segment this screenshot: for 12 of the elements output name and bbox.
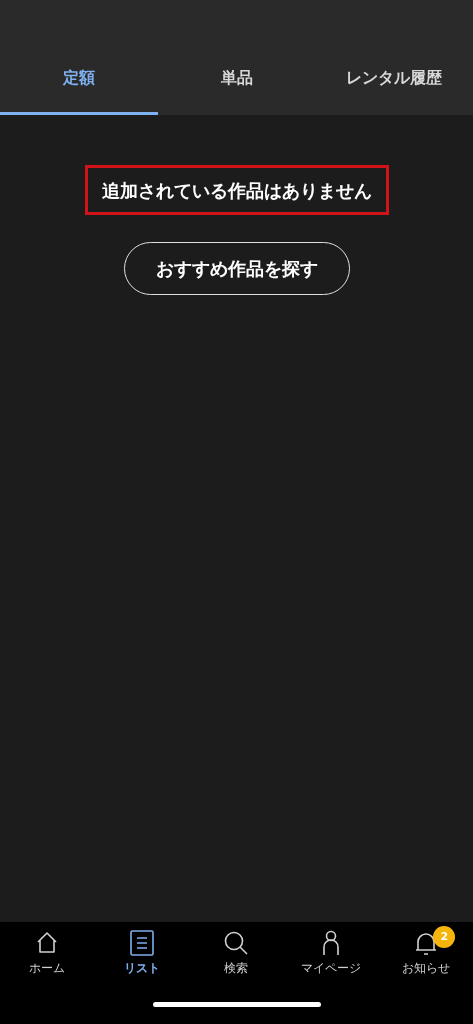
empty-message: 追加されている作品はありません [84, 165, 389, 215]
search-icon [223, 930, 250, 956]
nav-list-button[interactable]: リスト [94, 922, 190, 984]
nav-search-button[interactable]: 検索 [189, 922, 284, 984]
list-icon [128, 930, 155, 956]
tab[interactable]: 単品 [157, 58, 316, 115]
nav-person-button[interactable]: マイページ [283, 922, 379, 984]
notification-badge: 2 [433, 926, 456, 948]
nav-home-button[interactable]: ホーム [0, 922, 95, 984]
tab[interactable]: 定額 [0, 58, 158, 115]
nav-bell-button[interactable]: お知らせ 2 [378, 922, 473, 984]
tab[interactable]: レンタル履歴 [315, 58, 473, 115]
